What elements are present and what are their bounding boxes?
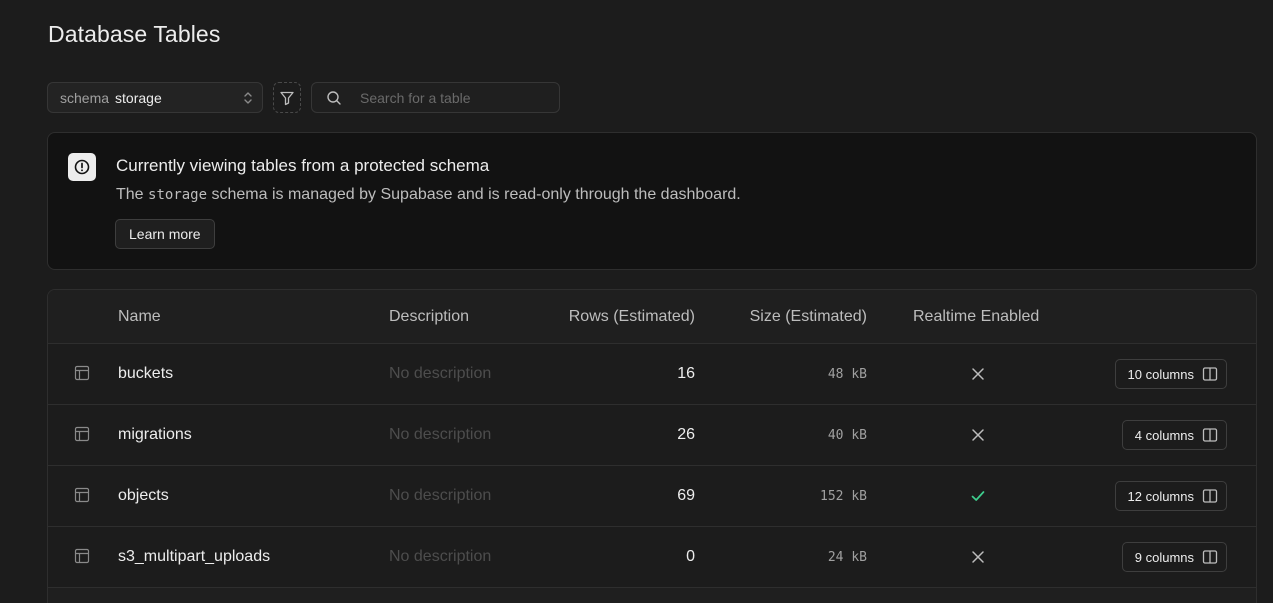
search-icon — [327, 91, 341, 105]
learn-more-button[interactable]: Learn more — [115, 219, 215, 249]
notice-body: The storage schema is managed by Supabas… — [116, 186, 741, 204]
notice-body-prefix: The — [116, 186, 144, 203]
columns-button[interactable]: 9 columns — [1121, 542, 1227, 572]
table-row[interactable]: s3_multipart_uploads No description 0 24… — [48, 527, 1256, 588]
filter-button[interactable] — [273, 82, 301, 113]
table-row-count: 69 — [677, 487, 695, 504]
table-description: No description — [389, 548, 492, 565]
realtime-disabled-x-icon — [972, 551, 984, 563]
column-header-rows: Rows (Estimated) — [568, 308, 695, 325]
column-header-description: Description — [389, 308, 470, 325]
protected-schema-notice: Currently viewing tables from a protecte… — [47, 132, 1257, 270]
chevron-up-down-icon — [244, 92, 252, 104]
columns-icon — [1202, 428, 1218, 442]
schema-select[interactable]: schema storage — [47, 82, 263, 113]
columns-icon — [1202, 367, 1218, 381]
columns-icon — [1202, 550, 1218, 564]
table-row[interactable]: objects No description 69 152 kB 12 colu… — [48, 466, 1256, 527]
table-icon — [74, 365, 90, 381]
columns-button-label: 12 columns — [1127, 488, 1194, 504]
columns-button-label: 10 columns — [1127, 366, 1194, 382]
notice-heading: Currently viewing tables from a protecte… — [116, 156, 490, 175]
table-name: buckets — [118, 365, 174, 382]
table-row[interactable]: migrations No description 26 40 kB 4 col… — [48, 405, 1256, 466]
realtime-enabled-check-icon — [971, 491, 985, 501]
search-input[interactable] — [360, 83, 550, 112]
table-row[interactable]: buckets No description 16 48 kB 10 colum… — [48, 344, 1256, 405]
columns-button-label: 4 columns — [1134, 427, 1194, 443]
columns-icon — [1202, 489, 1218, 503]
table-description: No description — [389, 365, 492, 382]
table-description: No description — [389, 426, 492, 443]
schema-select-label: schema — [60, 89, 110, 106]
page: Database Tables schema storage Currently… — [0, 0, 1273, 603]
realtime-disabled-x-icon — [972, 429, 984, 441]
table-row-count: 16 — [677, 365, 695, 382]
column-header-realtime: Realtime Enabled — [913, 308, 1040, 325]
table-row-count: 26 — [677, 426, 695, 443]
columns-button[interactable]: 10 columns — [1114, 359, 1227, 389]
table-icon — [74, 548, 90, 564]
table-name: migrations — [118, 426, 192, 443]
columns-button-label: 9 columns — [1134, 549, 1194, 565]
table-name: s3_multipart_uploads — [118, 548, 271, 565]
table-row-count: 0 — [686, 548, 695, 565]
table-icon — [74, 426, 90, 442]
filter-icon — [280, 91, 294, 105]
notice-body-suffix: schema is managed by Supabase and is rea… — [211, 186, 741, 203]
columns-button[interactable]: 4 columns — [1121, 420, 1227, 450]
table-size: 24 kB — [827, 550, 867, 565]
table-icon — [74, 487, 90, 503]
column-header-name: Name — [118, 308, 161, 325]
columns-button[interactable]: 12 columns — [1114, 481, 1227, 511]
table-size: 152 kB — [820, 489, 867, 504]
table-size: 48 kB — [827, 367, 867, 382]
table-size: 40 kB — [827, 428, 867, 443]
notice-schema-code: storage — [148, 187, 208, 203]
table-header: Name Description Rows (Estimated) Size (… — [48, 290, 1256, 344]
schema-select-value: storage — [115, 89, 162, 106]
realtime-disabled-x-icon — [972, 368, 984, 380]
search-field[interactable] — [311, 82, 560, 113]
column-header-size: Size (Estimated) — [749, 308, 867, 325]
table-description: No description — [389, 487, 492, 504]
tables-table: Name Description Rows (Estimated) Size (… — [47, 289, 1257, 603]
table-name: objects — [118, 487, 169, 504]
alert-circle-icon — [68, 153, 96, 181]
page-title: Database Tables — [48, 21, 221, 47]
